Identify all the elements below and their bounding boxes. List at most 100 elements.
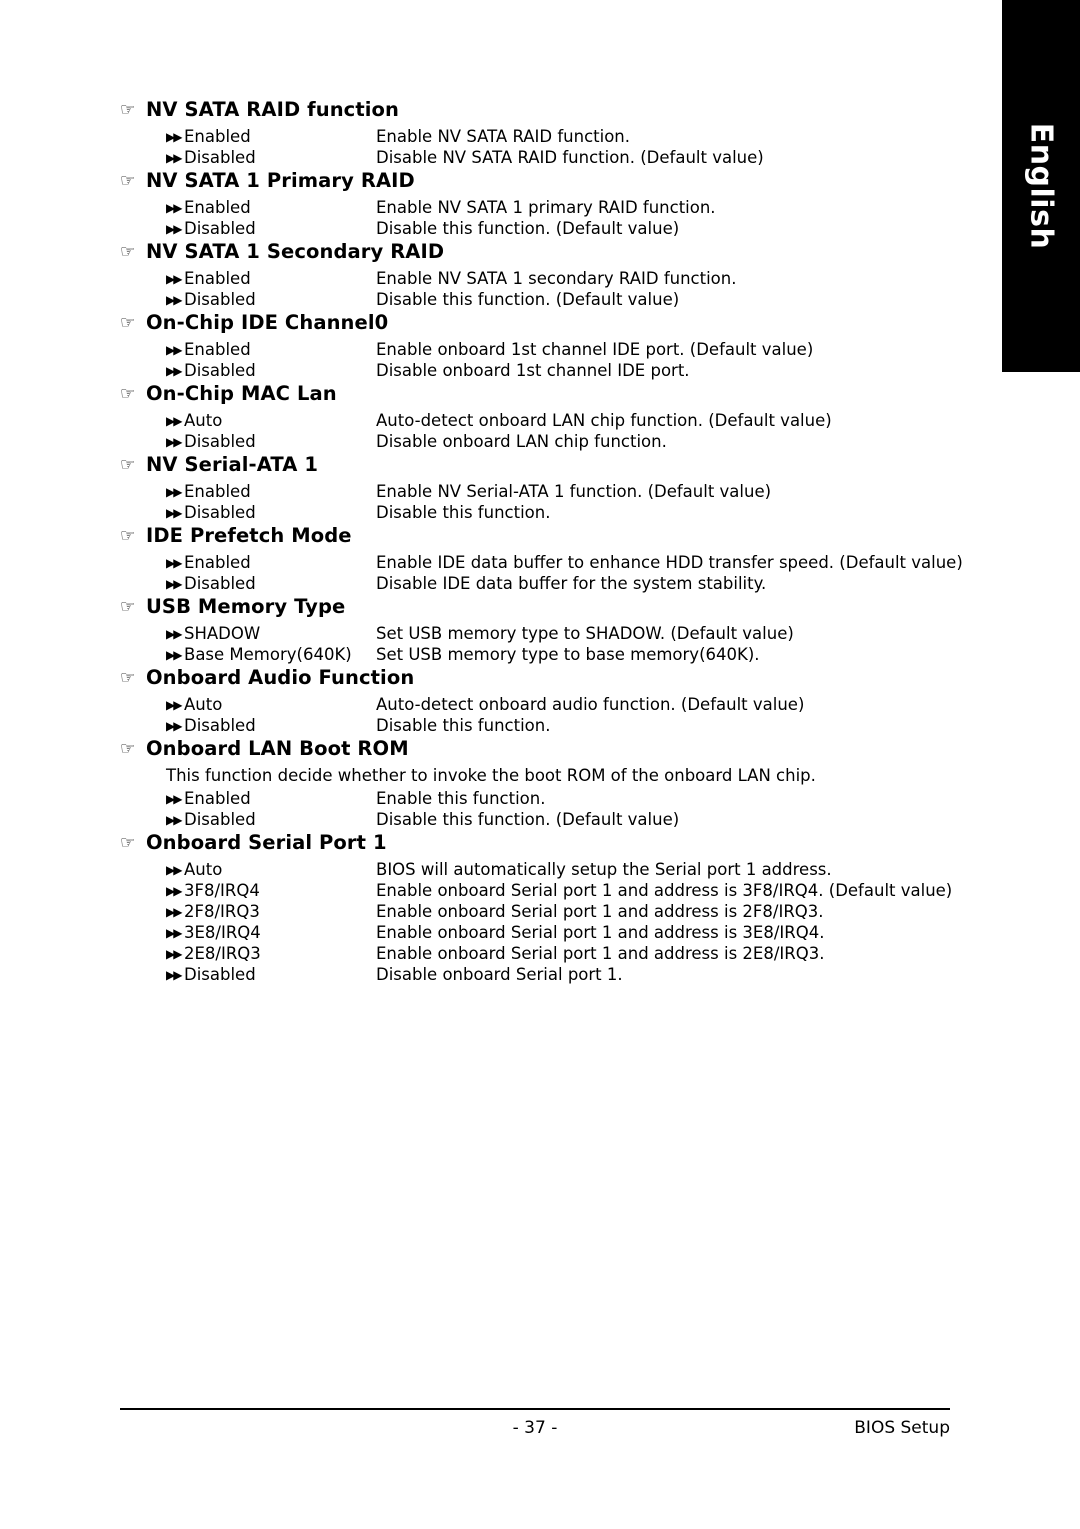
option-label: Disabled [184, 965, 256, 984]
double-arrow-icon: ▶▶ [166, 947, 182, 961]
double-arrow-icon: ▶▶ [166, 343, 182, 357]
bios-option-section: ☞ NV SATA 1 Primary RAID ▶▶ Enabled Enable N… [120, 169, 980, 238]
double-arrow-icon: ▶▶ [166, 926, 182, 940]
option-row: ▶▶ Disabled Disable NV SATA RAID function.… [166, 148, 980, 167]
option-description: Enable onboard Serial port 1 and address… [376, 881, 953, 900]
option-label: Disabled [184, 432, 256, 451]
double-arrow-icon: ▶▶ [166, 485, 182, 499]
option-label: Disabled [184, 290, 256, 309]
option-label: 2F8/IRQ3 [184, 902, 260, 921]
option-label: Enabled [184, 789, 251, 808]
section-title: NV SATA 1 Secondary RAID [146, 240, 445, 263]
option-description: Enable NV SATA 1 secondary RAID function… [376, 269, 737, 288]
option-description: Enable onboard 1st channel IDE port. (De… [376, 340, 814, 359]
option-row: ▶▶ Base Memory(640K) Set USB memory type t… [166, 645, 980, 664]
option-label: Base Memory(640K) [184, 645, 352, 664]
double-arrow-icon: ▶▶ [166, 506, 182, 520]
option-description: BIOS will automatically setup the Serial… [376, 860, 832, 879]
double-arrow-icon: ▶▶ [166, 968, 182, 982]
option-label: Disabled [184, 503, 256, 522]
section-heading: ☞ NV SATA 1 Secondary RAID [120, 240, 980, 263]
option-label: Disabled [184, 810, 256, 829]
section-heading: ☞ Onboard Serial Port 1 [120, 831, 980, 854]
bios-option-section: ☞ On-Chip IDE Channel0 ▶▶ Enabled Enable onb… [120, 311, 980, 380]
double-arrow-icon: ▶▶ [166, 414, 182, 428]
option-description: Disable IDE data buffer for the system s… [376, 574, 767, 593]
pointing-hand-icon: ☞ [120, 384, 136, 404]
bios-option-section: ☞ IDE Prefetch Mode ▶▶ Enabled Enable IDE da… [120, 524, 980, 593]
section-title: IDE Prefetch Mode [146, 524, 352, 547]
option-row: ▶▶ Disabled Disable this function. [166, 716, 980, 735]
option-label: 2E8/IRQ3 [184, 944, 261, 963]
option-row: ▶▶ Disabled Disable this function. (Defaul… [166, 810, 980, 829]
option-label: Disabled [184, 148, 256, 167]
double-arrow-icon: ▶▶ [166, 577, 182, 591]
double-arrow-icon: ▶▶ [166, 435, 182, 449]
option-description: Enable this function. [376, 789, 546, 808]
double-arrow-icon: ▶▶ [166, 627, 182, 641]
section-title: NV Serial-ATA 1 [146, 453, 319, 476]
option-description: Auto-detect onboard LAN chip function. (… [376, 411, 832, 430]
option-label: Enabled [184, 269, 251, 288]
double-arrow-icon: ▶▶ [166, 698, 182, 712]
double-arrow-icon: ▶▶ [166, 293, 182, 307]
option-row: ▶▶ Auto Auto-detect onboard audio function… [166, 695, 980, 714]
option-row: ▶▶ Disabled Disable onboard LAN chip funct… [166, 432, 980, 451]
section-title: NV SATA RAID function [146, 98, 400, 121]
section-heading: ☞ NV SATA 1 Primary RAID [120, 169, 980, 192]
section-note: This function decide whether to invoke t… [166, 766, 816, 785]
section-title: Onboard LAN Boot ROM [146, 737, 409, 760]
double-arrow-icon: ▶▶ [166, 222, 182, 236]
section-title: USB Memory Type [146, 595, 346, 618]
bios-option-section: ☞ USB Memory Type ▶▶ SHADOW Set USB memory t… [120, 595, 980, 664]
pointing-hand-icon: ☞ [120, 100, 136, 120]
bios-option-section: ☞ Onboard Audio Function ▶▶ Auto Auto-detect… [120, 666, 980, 735]
section-heading: ☞ On-Chip IDE Channel0 [120, 311, 980, 334]
bios-option-section: ☞ NV SATA 1 Secondary RAID ▶▶ Enabled Enable… [120, 240, 980, 309]
option-row: ▶▶ 2F8/IRQ3 Enable onboard Serial port 1 a… [166, 902, 980, 921]
option-row: ▶▶ Enabled Enable NV SATA 1 secondary RAID… [166, 269, 980, 288]
option-description: Disable onboard LAN chip function. [376, 432, 667, 451]
bios-option-section: ☞ Onboard Serial Port 1 ▶▶ Auto BIOS will au… [120, 831, 980, 984]
option-description: Enable onboard Serial port 1 and address… [376, 902, 824, 921]
option-description: Disable onboard 1st channel IDE port. [376, 361, 690, 380]
section-title: On-Chip IDE Channel0 [146, 311, 389, 334]
option-row: ▶▶ Disabled Disable onboard Serial port 1. [166, 965, 980, 984]
double-arrow-icon: ▶▶ [166, 792, 182, 806]
pointing-hand-icon: ☞ [120, 597, 136, 617]
double-arrow-icon: ▶▶ [166, 863, 182, 877]
option-description: Set USB memory type to SHADOW. (Default … [376, 624, 794, 643]
option-label: 3F8/IRQ4 [184, 881, 260, 900]
option-label: Auto [184, 695, 223, 714]
double-arrow-icon: ▶▶ [166, 884, 182, 898]
option-row: ▶▶ Disabled Disable onboard 1st channel ID… [166, 361, 980, 380]
option-description: Disable this function. [376, 716, 551, 735]
option-description: Disable onboard Serial port 1. [376, 965, 623, 984]
section-heading: ☞ NV Serial-ATA 1 [120, 453, 980, 476]
option-row: ▶▶ Disabled Disable this function. (Defaul… [166, 219, 980, 238]
option-description: Enable onboard Serial port 1 and address… [376, 923, 825, 942]
pointing-hand-icon: ☞ [120, 739, 136, 759]
section-heading: ☞ NV SATA RAID function [120, 98, 980, 121]
document-page: English ☞ NV SATA RAID function ▶▶ Enabled E… [0, 0, 1080, 1529]
pointing-hand-icon: ☞ [120, 171, 136, 191]
double-arrow-icon: ▶▶ [166, 556, 182, 570]
double-arrow-icon: ▶▶ [166, 151, 182, 165]
pointing-hand-icon: ☞ [120, 833, 136, 853]
section-heading: ☞ USB Memory Type [120, 595, 980, 618]
option-description: Enable NV SATA 1 primary RAID function. [376, 198, 716, 217]
section-title: Onboard Audio Function [146, 666, 415, 689]
option-description: Disable this function. (Default value) [376, 219, 680, 238]
option-description: Disable this function. [376, 503, 551, 522]
footer-section-label: BIOS Setup [854, 1418, 950, 1438]
option-description: Enable onboard Serial port 1 and address… [376, 944, 825, 963]
footer-divider [120, 1408, 950, 1410]
option-description: Disable this function. (Default value) [376, 290, 680, 309]
option-label: Disabled [184, 716, 256, 735]
double-arrow-icon: ▶▶ [166, 905, 182, 919]
option-label: Enabled [184, 340, 251, 359]
pointing-hand-icon: ☞ [120, 242, 136, 262]
option-row: ▶▶ Enabled Enable onboard 1st channel IDE … [166, 340, 980, 359]
pointing-hand-icon: ☞ [120, 455, 136, 475]
option-row: ▶▶ Disabled Disable IDE data buffer for th… [166, 574, 980, 593]
